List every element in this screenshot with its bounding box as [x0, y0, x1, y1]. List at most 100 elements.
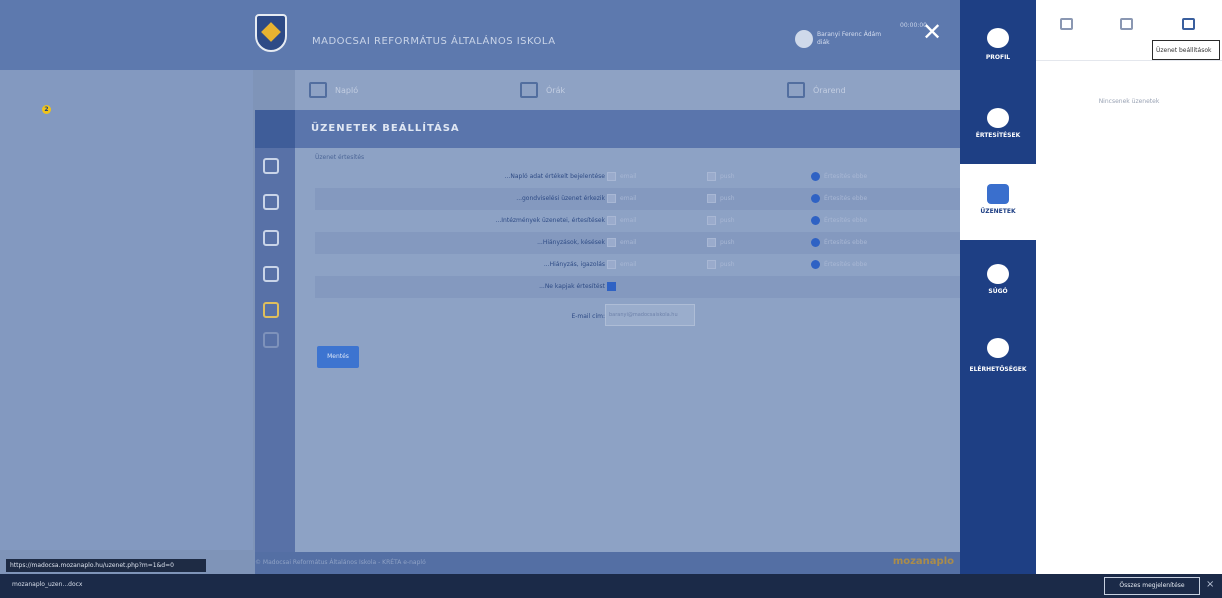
settings-icon: [1182, 18, 1195, 30]
status-url-bar: https://madocsa.mozanaplo.hu/uzenet.php?…: [6, 559, 206, 572]
section-header: ÜZENETEK BEÁLLÍTÁSA: [295, 110, 960, 148]
toolbar-item-1-label: Napló: [335, 85, 359, 95]
row-label: ...Hiányzás, igazolás: [543, 261, 605, 268]
avatar[interactable]: [795, 30, 813, 48]
user-name: Baranyi Ferenc Ádám: [817, 31, 882, 38]
no-notify-checkbox[interactable]: [607, 282, 616, 291]
cb-label: push: [720, 195, 735, 202]
option-radio[interactable]: [811, 194, 820, 203]
row-label: ...Intézmények üzenetei, értesítések: [495, 217, 605, 224]
toolbar-item-3-label: Órarend: [813, 85, 846, 95]
push-checkbox[interactable]: [707, 172, 716, 181]
side-nav-more-icon[interactable]: [263, 332, 279, 348]
cb-label: email: [620, 195, 637, 202]
side-nav-edit-icon[interactable]: [263, 230, 279, 246]
row-label: ...Napló adat értékelt bejelentése: [504, 173, 605, 180]
user-role: diák: [817, 39, 830, 46]
background-area: [0, 70, 253, 550]
nav-contacts-label: ELÉRHETŐSÉGEK: [969, 366, 1027, 373]
radio-label: Értesítés ebbe: [824, 195, 868, 202]
school-logo[interactable]: [255, 14, 287, 52]
tooltip: Üzenet beállítások: [1152, 40, 1220, 60]
compose-tab[interactable]: [1056, 14, 1078, 36]
download-item[interactable]: mozanaplo_uzen...docx: [12, 581, 82, 588]
message-settings-tab[interactable]: [1178, 14, 1200, 36]
side-nav-toggle[interactable]: [255, 110, 295, 148]
side-nav-message-icon[interactable]: [263, 158, 279, 174]
compose-icon: [1060, 18, 1073, 30]
nav-help-label: SÚGÓ: [988, 288, 1008, 295]
cb-label: email: [620, 261, 637, 268]
row-label: ...Hiányzások, késések: [537, 239, 605, 246]
nav-contacts[interactable]: ELÉRHETŐSÉGEK: [960, 322, 1036, 398]
settings-row: ...gondviselési üzenet érkezik email pus…: [315, 188, 960, 210]
toolbar-item-2-label: Órák: [546, 85, 566, 95]
page-title: ÜZENETEK BEÁLLÍTÁSA: [311, 123, 460, 134]
save-label: Mentés: [327, 353, 349, 360]
nav-notifications-label: ÉRTESÍTÉSEK: [975, 132, 1021, 139]
calendar-icon: [787, 82, 805, 98]
bell-icon: [987, 108, 1009, 128]
option-radio[interactable]: [811, 216, 820, 225]
divider: [1036, 60, 1222, 61]
row-label: E-mail cím:: [571, 313, 605, 320]
user-icon: [987, 28, 1009, 48]
cb-label: push: [720, 217, 735, 224]
nav-help[interactable]: SÚGÓ: [960, 244, 1036, 320]
group-title: Üzenet értesítés: [315, 154, 365, 161]
email-field[interactable]: baranyi@madocsaiskola.hu: [605, 304, 695, 326]
toolbar-item-1[interactable]: Napló: [309, 82, 358, 98]
footer-text: © Madocsai Református Általános Iskola -…: [255, 559, 426, 566]
calendar-icon: [520, 82, 538, 98]
close-icon[interactable]: ✕: [922, 20, 942, 44]
envelope-icon: [1120, 18, 1133, 30]
settings-panel: Üzenet értesítés ...Napló adat értékelt …: [295, 148, 960, 552]
cb-label: push: [720, 261, 735, 268]
email-checkbox[interactable]: [607, 172, 616, 181]
status-url: https://madocsa.mozanaplo.hu/uzenet.php?…: [10, 562, 174, 569]
contacts-icon: [987, 338, 1009, 358]
email-checkbox[interactable]: [607, 194, 616, 203]
option-radio[interactable]: [811, 260, 820, 269]
nav-messages[interactable]: ÜZENETEK: [960, 164, 1036, 240]
push-checkbox[interactable]: [707, 216, 716, 225]
side-nav-bell-icon[interactable]: [263, 266, 279, 282]
calendar-icon: [309, 82, 327, 98]
email-checkbox[interactable]: [607, 260, 616, 269]
cb-label: email: [620, 173, 637, 180]
save-button[interactable]: Mentés: [317, 346, 359, 368]
cb-label: email: [620, 239, 637, 246]
email-value: baranyi@madocsaiskola.hu: [609, 312, 678, 318]
download-bar: mozanaplo_uzen...docx Összes megjeleníté…: [0, 574, 1222, 598]
push-checkbox[interactable]: [707, 194, 716, 203]
cb-label: email: [620, 217, 637, 224]
option-radio[interactable]: [811, 238, 820, 247]
radio-label: Értesítés ebbe: [824, 239, 868, 246]
nav-profile[interactable]: PROFIL: [960, 0, 1036, 76]
cb-label: push: [720, 239, 735, 246]
show-all-button[interactable]: Összes megjelenítése: [1104, 577, 1200, 595]
inbox-tab[interactable]: [1116, 14, 1138, 36]
side-nav-settings-icon[interactable]: [263, 302, 279, 318]
email-checkbox[interactable]: [607, 216, 616, 225]
push-checkbox[interactable]: [707, 260, 716, 269]
email-checkbox[interactable]: [607, 238, 616, 247]
help-icon: [987, 264, 1009, 284]
toolbar-item-2[interactable]: Órák: [520, 82, 565, 98]
brand-logo: mozanaplo: [892, 556, 954, 567]
push-checkbox[interactable]: [707, 238, 716, 247]
option-radio[interactable]: [811, 172, 820, 181]
school-name[interactable]: MADOCSAI REFORMÁTUS ÁLTALÁNOS ISKOLA: [312, 36, 556, 47]
radio-label: Értesítés ebbe: [824, 173, 868, 180]
settings-row: ...Ne kapjak értesítést: [315, 276, 960, 298]
messages-drawer: [1036, 0, 1222, 574]
close-icon[interactable]: ×: [1206, 579, 1214, 590]
toolbar-item-3[interactable]: Órarend: [787, 82, 846, 98]
radio-label: Értesítés ebbe: [824, 261, 868, 268]
settings-row: ...Hiányzás, igazolás email push Értesít…: [315, 254, 960, 276]
nav-notifications[interactable]: ÉRTESÍTÉSEK: [960, 84, 1036, 160]
side-nav-message-icon[interactable]: [263, 194, 279, 210]
envelope-icon: [987, 184, 1009, 204]
settings-row: ...Hiányzások, késések email push Értesí…: [315, 232, 960, 254]
notification-badge: 2: [42, 105, 51, 114]
